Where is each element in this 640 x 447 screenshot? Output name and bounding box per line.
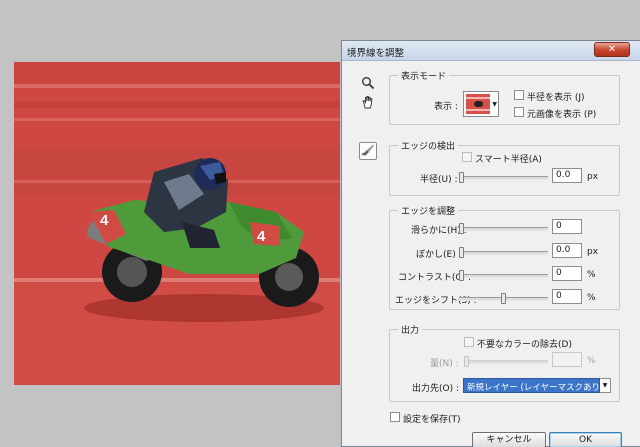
- output-legend: 出力: [398, 323, 423, 336]
- shift-edge-unit: %: [587, 293, 596, 303]
- output-to-label: 出力先(O) :: [412, 384, 459, 394]
- amount-slider-thumb[interactable]: [464, 356, 469, 367]
- view-label: 表示 :: [434, 102, 458, 112]
- plate-number-rear: 4: [100, 212, 109, 229]
- decontaminate-colors-label: 不要なカラーの除去(D): [477, 340, 572, 350]
- motorcycle-photo: 4 4: [14, 62, 340, 385]
- dialog-titlebar: 境界線を調整 ✕: [342, 41, 640, 61]
- smart-radius-checkbox[interactable]: [462, 152, 472, 162]
- show-original-checkbox[interactable]: [514, 107, 524, 117]
- radius-slider[interactable]: [459, 172, 548, 183]
- refine-radius-brush-icon[interactable]: [359, 142, 377, 160]
- zoom-icon[interactable]: [359, 76, 377, 94]
- plate-number-front: 4: [257, 228, 266, 245]
- decontaminate-colors-checkbox[interactable]: [464, 337, 474, 347]
- smooth-slider[interactable]: [459, 223, 548, 234]
- contrast-field[interactable]: 0: [552, 266, 582, 281]
- feather-slider-thumb[interactable]: [459, 247, 464, 258]
- close-icon: ✕: [607, 44, 617, 55]
- amount-label: 量(N) :: [430, 359, 459, 369]
- chevron-down-icon: ▼: [492, 101, 497, 108]
- show-radius-checkbox[interactable]: [514, 90, 524, 100]
- feather-label: ぼかし(E) :: [416, 250, 462, 260]
- refine-edge-dialog: 境界線を調整 ✕ 表示モード 表示 : ▼ 半径を表示 (J) 元画像を表示 (…: [341, 40, 640, 447]
- amount-unit: %: [587, 356, 596, 366]
- shift-edge-slider[interactable]: [459, 293, 548, 304]
- close-button[interactable]: ✕: [594, 42, 630, 57]
- output-to-select[interactable]: 新規レイヤー (レイヤーマスクあり): [463, 378, 600, 393]
- shift-edge-slider-thumb[interactable]: [501, 293, 506, 304]
- show-original-label: 元画像を表示 (P): [527, 110, 597, 120]
- cancel-button[interactable]: キャンセル: [472, 432, 546, 447]
- adjust-edge-legend: エッジを調整: [398, 204, 459, 217]
- contrast-slider-thumb[interactable]: [459, 270, 464, 281]
- show-radius-label: 半径を表示 (J): [527, 93, 585, 103]
- smooth-slider-thumb[interactable]: [459, 223, 464, 234]
- radius-unit: px: [587, 172, 599, 182]
- edge-detection-legend: エッジの検出: [398, 139, 459, 152]
- contrast-slider[interactable]: [459, 270, 548, 281]
- smart-radius-label: スマート半径(A): [475, 155, 542, 165]
- shift-edge-field[interactable]: 0: [552, 289, 582, 304]
- amount-field[interactable]: [552, 352, 582, 367]
- view-mode-select[interactable]: ▼: [463, 91, 499, 117]
- chevron-down-icon[interactable]: ▼: [600, 378, 611, 393]
- image-canvas[interactable]: 4 4: [14, 62, 340, 385]
- feather-slider[interactable]: [459, 247, 548, 258]
- view-mode-thumbnail: [466, 94, 490, 114]
- remember-settings-checkbox[interactable]: [390, 412, 400, 422]
- dialog-title: 境界線を調整: [347, 48, 405, 59]
- smooth-field[interactable]: 0: [552, 219, 582, 234]
- ok-button[interactable]: OK: [549, 432, 622, 447]
- remember-settings-label: 設定を保存(T): [403, 415, 461, 425]
- amount-slider[interactable]: [464, 356, 548, 367]
- view-mode-legend: 表示モード: [398, 69, 450, 82]
- feather-unit: px: [587, 247, 599, 257]
- radius-field[interactable]: 0.0: [552, 168, 582, 183]
- contrast-unit: %: [587, 270, 596, 280]
- radius-label: 半径(U) :: [420, 175, 458, 185]
- hand-icon[interactable]: [359, 95, 377, 113]
- radius-slider-thumb[interactable]: [459, 172, 464, 183]
- feather-field[interactable]: 0.0: [552, 243, 582, 258]
